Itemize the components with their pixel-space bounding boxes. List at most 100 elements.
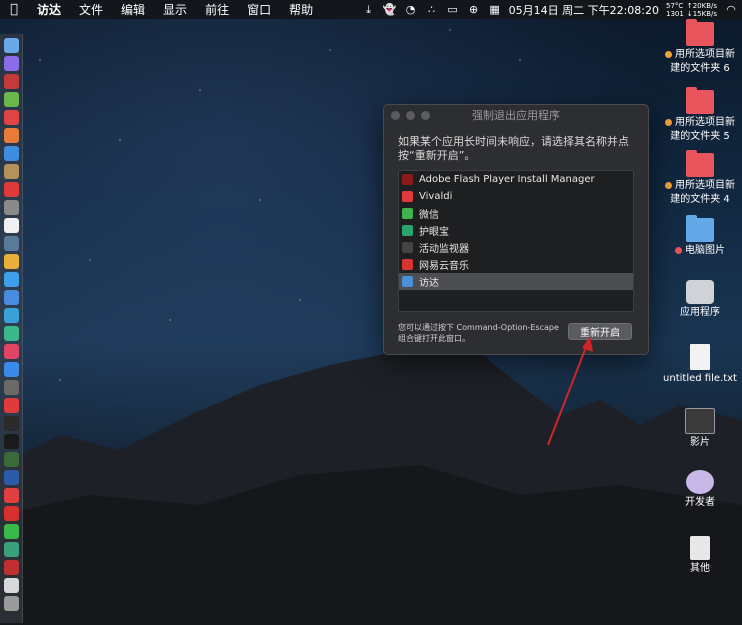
window-titlebar[interactable]: 强制退出应用程序 (384, 105, 648, 125)
app-list-item[interactable]: 微信 (399, 205, 633, 222)
dock-photo-booth-icon[interactable] (3, 560, 19, 575)
developer-icon (686, 470, 714, 494)
dock-launchpad-icon[interactable] (3, 74, 19, 89)
dock-appstore-icon[interactable] (3, 362, 19, 377)
hint-line-2: 组合键打开此窗口。 (398, 334, 470, 343)
dock-note-icon[interactable] (3, 164, 19, 179)
desktop-label: 其他 (690, 563, 710, 574)
dock-netease-icon[interactable] (3, 506, 19, 521)
desktop-item-folder-4[interactable]: 用所选项目新 建的文件夹 4 (658, 150, 742, 207)
dock-finder-icon[interactable] (3, 38, 19, 53)
film-icon (685, 408, 715, 434)
dock-trash-icon[interactable] (3, 596, 19, 611)
dock-yandex-icon[interactable] (3, 488, 19, 503)
menu-window[interactable]: 窗口 (238, 1, 280, 18)
dock-music-icon[interactable] (3, 344, 19, 359)
dock-terminal-icon[interactable] (3, 416, 19, 431)
desktop-item-movies[interactable]: 影片 (658, 408, 742, 450)
desktop-label: 用所选项目新 (675, 49, 735, 60)
dots-icon[interactable]: ∴ (425, 3, 439, 17)
dock-vivaldi-icon[interactable] (3, 398, 19, 413)
prompt-text: 如果某个应用长时间未响应，请选择其名称并点 按“重新开启”。 (384, 125, 648, 163)
apple-icon[interactable]:  (0, 2, 28, 17)
app-list-item[interactable]: 网易云音乐 (399, 256, 633, 273)
dock-app-mail-icon[interactable] (3, 128, 19, 143)
ghost-icon[interactable]: 👻 (383, 3, 397, 17)
hint-line-1: 您可以通过按下 Command-Option-Escape (398, 323, 559, 332)
dock-siri-icon[interactable] (3, 56, 19, 71)
app-name: Vivaldi (419, 191, 453, 202)
dock-app-green-icon[interactable] (3, 542, 19, 557)
dock-preferences-icon[interactable] (3, 200, 19, 215)
app-icon (402, 208, 413, 219)
cpu-temp: 57°C (666, 1, 684, 10)
desktop-item-folder-5[interactable]: 用所选项目新 建的文件夹 5 (658, 87, 742, 144)
prompt-line-1: 如果某个应用长时间未响应，请选择其名称并点 (398, 135, 629, 148)
app-list-item[interactable]: 护眼宝 (399, 222, 633, 239)
tag-orange (665, 50, 672, 58)
dock-charts-icon[interactable] (3, 308, 19, 323)
app-name: 访达 (419, 278, 439, 289)
system-stats[interactable]: 57°C 1301 ↑20KB/s ↓15KB/s (666, 2, 717, 18)
desktop-item-pictures[interactable]: 电脑图片 (658, 215, 742, 258)
shortcut-hint: 您可以通过按下 Command-Option-Escape 组合键打开此窗口。 (398, 322, 559, 344)
app-list-item[interactable]: Vivaldi (399, 188, 633, 205)
wifi-icon[interactable]: ◠ (724, 3, 738, 17)
dock-app-cube-icon[interactable] (3, 236, 19, 251)
dock-activity-icon[interactable] (3, 452, 19, 467)
dock-safari-icon[interactable] (3, 146, 19, 161)
dock-app-blue-icon[interactable] (3, 290, 19, 305)
menu-help[interactable]: 帮助 (280, 1, 322, 18)
dock-app-gear-icon[interactable] (3, 380, 19, 395)
tag-red (675, 246, 682, 254)
desktop-label: untitled file.txt (663, 373, 737, 384)
dock-app-red-icon[interactable] (3, 110, 19, 125)
app-list-item[interactable]: Adobe Flash Player Install Manager (399, 171, 633, 188)
dock-android-icon[interactable] (3, 92, 19, 107)
other-icon (690, 536, 710, 560)
desktop-item-folder-6[interactable]: 用所选项目新 建的文件夹 6 (658, 19, 742, 76)
datetime[interactable]: 05月14日 周二 下午22:08:20 (509, 2, 659, 18)
menu-bar:  访达 文件 编辑 显示 前往 窗口 帮助 ⤓ 👻 ◔ ∴ ▭ ⊕ ▦ 05月… (0, 0, 742, 19)
desktop-item-applications[interactable]: 应用程序 (658, 280, 742, 320)
dock-app-red2-icon[interactable] (3, 182, 19, 197)
app-icon (402, 191, 413, 202)
menu-edit[interactable]: 编辑 (112, 1, 154, 18)
dock-app-black-icon[interactable] (3, 434, 19, 449)
globe-clock-icon[interactable]: ◔ (404, 3, 418, 17)
status-tray: ⤓ 👻 ◔ ∴ ▭ ⊕ ▦ 05月14日 周二 下午22:08:20 57°C 1… (362, 2, 742, 18)
menu-app-name[interactable]: 访达 (28, 1, 70, 18)
app-list-item[interactable]: 访达 (399, 273, 633, 290)
menu-file[interactable]: 文件 (70, 1, 112, 18)
mountain-silhouette (0, 345, 742, 625)
desktop-item-txt[interactable]: untitled file.txt (658, 344, 742, 386)
app-list[interactable]: Adobe Flash Player Install Manager Vivald… (398, 170, 634, 312)
dock-chrome-icon[interactable] (3, 254, 19, 269)
menu-go[interactable]: 前往 (196, 1, 238, 18)
net-down: ↓15KB/s (686, 9, 717, 18)
desktop-label-line2: 建的文件夹 6 (670, 63, 730, 74)
dock-app-teal-icon[interactable] (3, 326, 19, 341)
download-icon[interactable]: ⤓ (362, 3, 376, 17)
dock-app-ibm-icon[interactable] (3, 470, 19, 485)
zoom-icon[interactable] (421, 110, 430, 120)
folder-icon (686, 215, 714, 242)
dock-calendar-icon[interactable] (3, 218, 19, 233)
desktop-label: 用所选项目新 (675, 180, 735, 191)
disk-icon (686, 280, 714, 304)
minimize-icon[interactable] (406, 110, 415, 120)
calendar-icon[interactable]: ▦ (488, 3, 502, 17)
fan-rpm: 1301 (666, 9, 684, 18)
translate-icon[interactable]: ⊕ (467, 3, 481, 17)
close-icon[interactable] (391, 110, 400, 120)
dock-qq-icon[interactable] (3, 272, 19, 287)
screen-icon[interactable]: ▭ (446, 3, 460, 17)
app-name: 护眼宝 (419, 227, 449, 238)
dock-app-doc-icon[interactable] (3, 578, 19, 593)
desktop-label-line2: 建的文件夹 5 (670, 131, 730, 142)
desktop-item-other[interactable]: 其他 (658, 536, 742, 576)
desktop-item-developer[interactable]: 开发者 (658, 470, 742, 510)
dock-wechat-icon[interactable] (3, 524, 19, 539)
menu-view[interactable]: 显示 (154, 1, 196, 18)
app-list-item[interactable]: 活动监视器 (399, 239, 633, 256)
